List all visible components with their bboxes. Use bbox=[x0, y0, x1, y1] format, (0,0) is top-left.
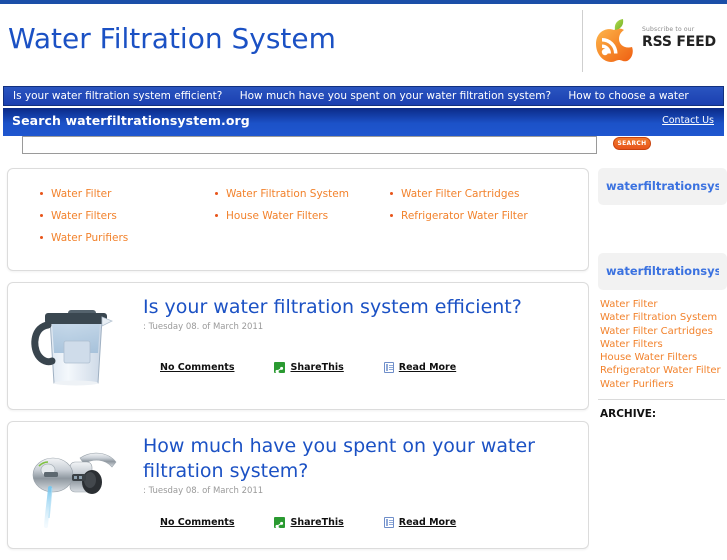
contact-us-link[interactable]: Contact Us bbox=[662, 115, 714, 126]
search-input[interactable] bbox=[22, 136, 597, 154]
sidebar-item-refrigerator-water-filter[interactable]: Refrigerator Water Filter bbox=[600, 364, 727, 377]
sidebar-item-water-filtration-system[interactable]: Water Filtration System bbox=[600, 311, 727, 324]
sidebar-item-water-filters[interactable]: Water Filters bbox=[600, 338, 727, 351]
article-date: : Tuesday 08. of March 2011 bbox=[143, 486, 264, 496]
keyword-link[interactable]: House Water Filters bbox=[215, 205, 390, 227]
document-icon bbox=[383, 362, 394, 373]
keyword-link[interactable]: Water Filtration System bbox=[215, 183, 390, 205]
article-card: Is your water filtration system efficien… bbox=[7, 282, 589, 410]
sidebar-links-title: waterfiltrationsyst Links bbox=[606, 179, 719, 193]
rss-feed-label: RSS FEED bbox=[642, 34, 716, 50]
rss-subscribe-label: Subscribe to our bbox=[642, 26, 695, 33]
search-bar-label: Search waterfiltrationsystem.org bbox=[12, 113, 250, 128]
main-content: Water Filter Water Filters Water Purifie… bbox=[7, 168, 589, 560]
article-body: Is your water filtration system efficien… bbox=[143, 295, 576, 332]
sidebar-gutter bbox=[589, 168, 598, 548]
article-actions: No Comments ShareThis Read More bbox=[160, 362, 457, 377]
sharethis-link[interactable]: ShareThis bbox=[274, 517, 344, 532]
keyword-column-2: Water Filtration System House Water Filt… bbox=[215, 183, 390, 249]
sidebar-categories-title: waterfiltrationsyst Categories bbox=[606, 264, 719, 278]
article-title[interactable]: How much have you spent on your water fi… bbox=[143, 434, 576, 484]
keyword-grid: Water Filter Water Filters Water Purifie… bbox=[8, 183, 588, 249]
document-icon bbox=[383, 517, 394, 528]
read-more-link[interactable]: Read More bbox=[383, 517, 457, 528]
headline-ticker[interactable]: Is your water filtration system efficien… bbox=[3, 86, 724, 106]
sharethis-label: ShareThis bbox=[290, 362, 344, 373]
sidebar-item-water-filter-cartridges[interactable]: Water Filter Cartridges bbox=[600, 325, 727, 338]
ticker-item-1[interactable]: Is your water filtration system efficien… bbox=[13, 90, 222, 102]
no-comments-link[interactable]: No Comments bbox=[160, 362, 234, 373]
sidebar-categories-box: waterfiltrationsyst Categories bbox=[598, 253, 727, 290]
rss-apple-icon[interactable] bbox=[592, 19, 634, 63]
article-card: How much have you spent on your water fi… bbox=[7, 421, 589, 549]
ticker-item-2[interactable]: How much have you spent on your water fi… bbox=[240, 90, 551, 102]
no-comments-label: No Comments bbox=[160, 362, 235, 373]
no-comments-link[interactable]: No Comments bbox=[160, 517, 234, 528]
ticker-item-3[interactable]: How to choose a water bbox=[568, 90, 688, 102]
sidebar: waterfiltrationsyst Links waterfiltratio… bbox=[598, 168, 727, 420]
sidebar-links-box: waterfiltrationsyst Links bbox=[598, 168, 727, 205]
sidebar-item-house-water-filters[interactable]: House Water Filters bbox=[600, 351, 727, 364]
rss-subscribe-block[interactable]: Subscribe to our RSS FEED bbox=[592, 17, 722, 67]
read-more-label: Read More bbox=[398, 362, 457, 373]
header-divider bbox=[582, 10, 583, 72]
sidebar-divider bbox=[598, 399, 725, 401]
sharethis-link[interactable]: ShareThis bbox=[274, 362, 344, 377]
keyword-column-1: Water Filter Water Filters Water Purifie… bbox=[40, 183, 215, 249]
keyword-link[interactable]: Water Purifiers bbox=[40, 227, 215, 249]
article-actions: No Comments ShareThis Read More bbox=[160, 517, 457, 532]
rss-text-group: Subscribe to our RSS FEED bbox=[642, 26, 722, 50]
water-pitcher-filter-image bbox=[31, 310, 113, 386]
ticker-items: Is your water filtration system efficien… bbox=[13, 90, 703, 102]
no-comments-label: No Comments bbox=[160, 517, 235, 528]
archive-heading: ARCHIVE: bbox=[600, 408, 657, 421]
sidebar-category-list: Water Filter Water Filtration System Wat… bbox=[598, 298, 727, 391]
read-more-link[interactable]: Read More bbox=[383, 362, 457, 373]
faucet-water-filter-image bbox=[32, 452, 117, 528]
keyword-link[interactable]: Water Filter Cartridges bbox=[390, 183, 565, 205]
share-icon bbox=[274, 517, 286, 532]
sidebar-item-water-purifiers[interactable]: Water Purifiers bbox=[600, 378, 727, 391]
keyword-links-panel: Water Filter Water Filters Water Purifie… bbox=[7, 168, 589, 271]
sharethis-label: ShareThis bbox=[290, 517, 344, 528]
article-body: How much have you spent on your water fi… bbox=[143, 434, 576, 496]
read-more-label: Read More bbox=[398, 517, 457, 528]
search-bar: Search waterfiltrationsystem.org Contact… bbox=[3, 108, 724, 136]
keyword-link[interactable]: Water Filters bbox=[40, 205, 215, 227]
keyword-link[interactable]: Refrigerator Water Filter bbox=[390, 205, 565, 227]
search-button[interactable]: SEARCH bbox=[613, 137, 651, 150]
article-date: : Tuesday 08. of March 2011 bbox=[143, 322, 264, 332]
share-icon bbox=[274, 362, 286, 377]
sidebar-item-water-filter[interactable]: Water Filter bbox=[600, 298, 727, 311]
keyword-link[interactable]: Water Filter bbox=[40, 183, 215, 205]
keyword-column-3: Water Filter Cartridges Refrigerator Wat… bbox=[390, 183, 565, 249]
page-title: Water Filtration System bbox=[8, 22, 336, 55]
site-header: Water Filtration System Subscribe to our… bbox=[0, 4, 727, 80]
article-title[interactable]: Is your water filtration system efficien… bbox=[143, 295, 576, 320]
